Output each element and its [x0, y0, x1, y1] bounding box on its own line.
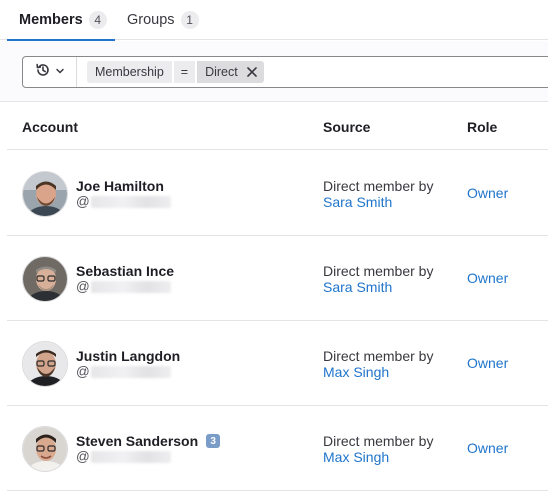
- member-username: @: [76, 449, 171, 464]
- role-link[interactable]: Owner: [467, 185, 508, 201]
- table-row: Steven Sanderson 3 @ Direct member by Ma…: [7, 406, 548, 491]
- filter-token-membership[interactable]: Membership = Direct: [87, 61, 264, 83]
- tab-groups[interactable]: Groups 1: [127, 0, 199, 40]
- avatar[interactable]: [22, 171, 68, 217]
- avatar[interactable]: [22, 341, 68, 387]
- username-prefix: @: [76, 279, 90, 294]
- tab-members-label: Members: [19, 12, 83, 28]
- filtered-search-box[interactable]: Membership = Direct: [22, 56, 548, 88]
- member-name[interactable]: Steven Sanderson: [76, 433, 198, 449]
- role-link[interactable]: Owner: [467, 270, 508, 286]
- member-name-line: Sebastian Ince: [76, 263, 174, 279]
- column-header-role[interactable]: Role: [467, 119, 497, 135]
- username-prefix: @: [76, 194, 90, 209]
- tab-groups-label: Groups: [127, 12, 175, 28]
- tab-bar: Members 4 Groups 1: [0, 0, 548, 41]
- username-prefix: @: [76, 364, 90, 379]
- table-row: Sebastian Ince @ Direct member by Sara S…: [7, 236, 548, 321]
- tab-members-count: 4: [88, 11, 107, 29]
- role-link[interactable]: Owner: [467, 355, 508, 371]
- column-header-account[interactable]: Account: [22, 119, 78, 135]
- filter-token-value-group: Direct: [197, 61, 264, 83]
- filter-token-operator: =: [173, 61, 196, 83]
- username-redacted: [90, 450, 171, 463]
- member-username: @: [76, 194, 171, 209]
- source-link[interactable]: Max Singh: [323, 364, 389, 380]
- filter-token-key: Membership: [87, 61, 172, 83]
- source-text: Direct member by: [323, 178, 434, 194]
- tab-groups-count: 1: [180, 11, 199, 29]
- source-text: Direct member by: [323, 263, 434, 279]
- source-text: Direct member by: [323, 348, 434, 364]
- member-name[interactable]: Justin Langdon: [76, 348, 180, 364]
- table-header: Account Source Role: [7, 103, 548, 150]
- member-name-line: Justin Langdon: [76, 348, 180, 364]
- table-row: Justin Langdon @ Direct member by Max Si…: [7, 321, 548, 406]
- table-row: Joe Hamilton @ Direct member by Sara Smi…: [7, 151, 548, 236]
- column-header-source[interactable]: Source: [323, 119, 370, 135]
- member-name[interactable]: Joe Hamilton: [76, 178, 164, 194]
- username-redacted: [90, 365, 171, 378]
- member-name-line: Steven Sanderson 3: [76, 433, 221, 449]
- member-username: @: [76, 364, 171, 379]
- chevron-down-icon: [55, 63, 65, 81]
- avatar[interactable]: [22, 426, 68, 472]
- source-link[interactable]: Max Singh: [323, 449, 389, 465]
- username-redacted: [90, 280, 171, 293]
- source-link[interactable]: Sara Smith: [323, 279, 392, 295]
- recent-searches-button[interactable]: [23, 57, 77, 87]
- member-username: @: [76, 279, 171, 294]
- history-icon: [35, 62, 51, 83]
- close-icon[interactable]: [244, 64, 260, 80]
- tab-members[interactable]: Members 4: [7, 0, 115, 41]
- filter-token-value: Direct: [205, 65, 238, 79]
- member-badge: 3: [206, 434, 221, 448]
- username-redacted: [90, 195, 171, 208]
- avatar[interactable]: [22, 256, 68, 302]
- member-name-line: Joe Hamilton: [76, 178, 164, 194]
- member-name[interactable]: Sebastian Ince: [76, 263, 174, 279]
- source-link[interactable]: Sara Smith: [323, 194, 392, 210]
- filter-area: Membership = Direct: [0, 41, 548, 102]
- role-link[interactable]: Owner: [467, 440, 508, 456]
- username-prefix: @: [76, 449, 90, 464]
- source-text: Direct member by: [323, 433, 434, 449]
